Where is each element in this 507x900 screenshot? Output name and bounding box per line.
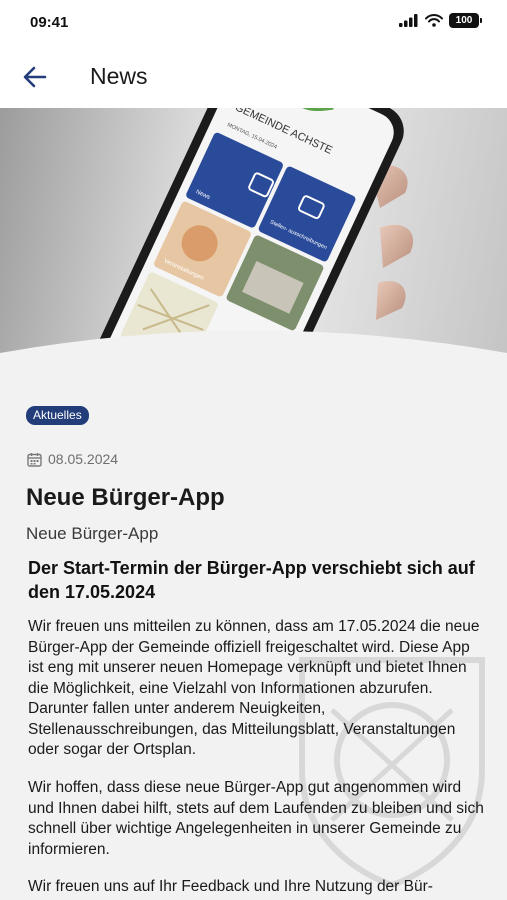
article-subtitle: Neue Bürger-App: [26, 524, 159, 543]
article-paragraph: Wir freuen uns auf Ihr Feedback und Ihre…: [28, 878, 433, 895]
arrow-left-icon: [23, 66, 47, 88]
article-heading: Der Start-Termin der Bürger-App verschie…: [28, 558, 475, 602]
wifi-icon: [425, 14, 443, 27]
status-bar: 09:41 100: [0, 0, 507, 46]
hero-image: GEMEINDE ACHSTE MONTAG, 15.04.2024 News …: [0, 108, 507, 380]
status-icons: 100: [399, 13, 482, 28]
category-badge[interactable]: Aktuelles: [26, 406, 89, 425]
app-header: News: [0, 46, 507, 108]
article-date-row: 08.05.2024: [27, 451, 118, 467]
page-title: News: [90, 63, 148, 89]
article-title: Neue Bürger-App: [26, 484, 225, 511]
article-date: 08.05.2024: [48, 451, 119, 467]
article-paragraph: Wir freuen uns mitteilen zu können, dass…: [28, 618, 480, 758]
article-paragraph: Wir hoffen, dass diese neue Bürger-App g…: [28, 779, 484, 858]
signal-icon: [399, 14, 418, 27]
calendar-icon: [27, 452, 42, 467]
article-content: Aktuelles 08.05.2024 Neue Bürger-App Neu…: [0, 380, 507, 900]
battery-icon: 100: [449, 13, 482, 28]
status-time: 09:41: [30, 14, 69, 31]
back-button[interactable]: [18, 60, 52, 94]
